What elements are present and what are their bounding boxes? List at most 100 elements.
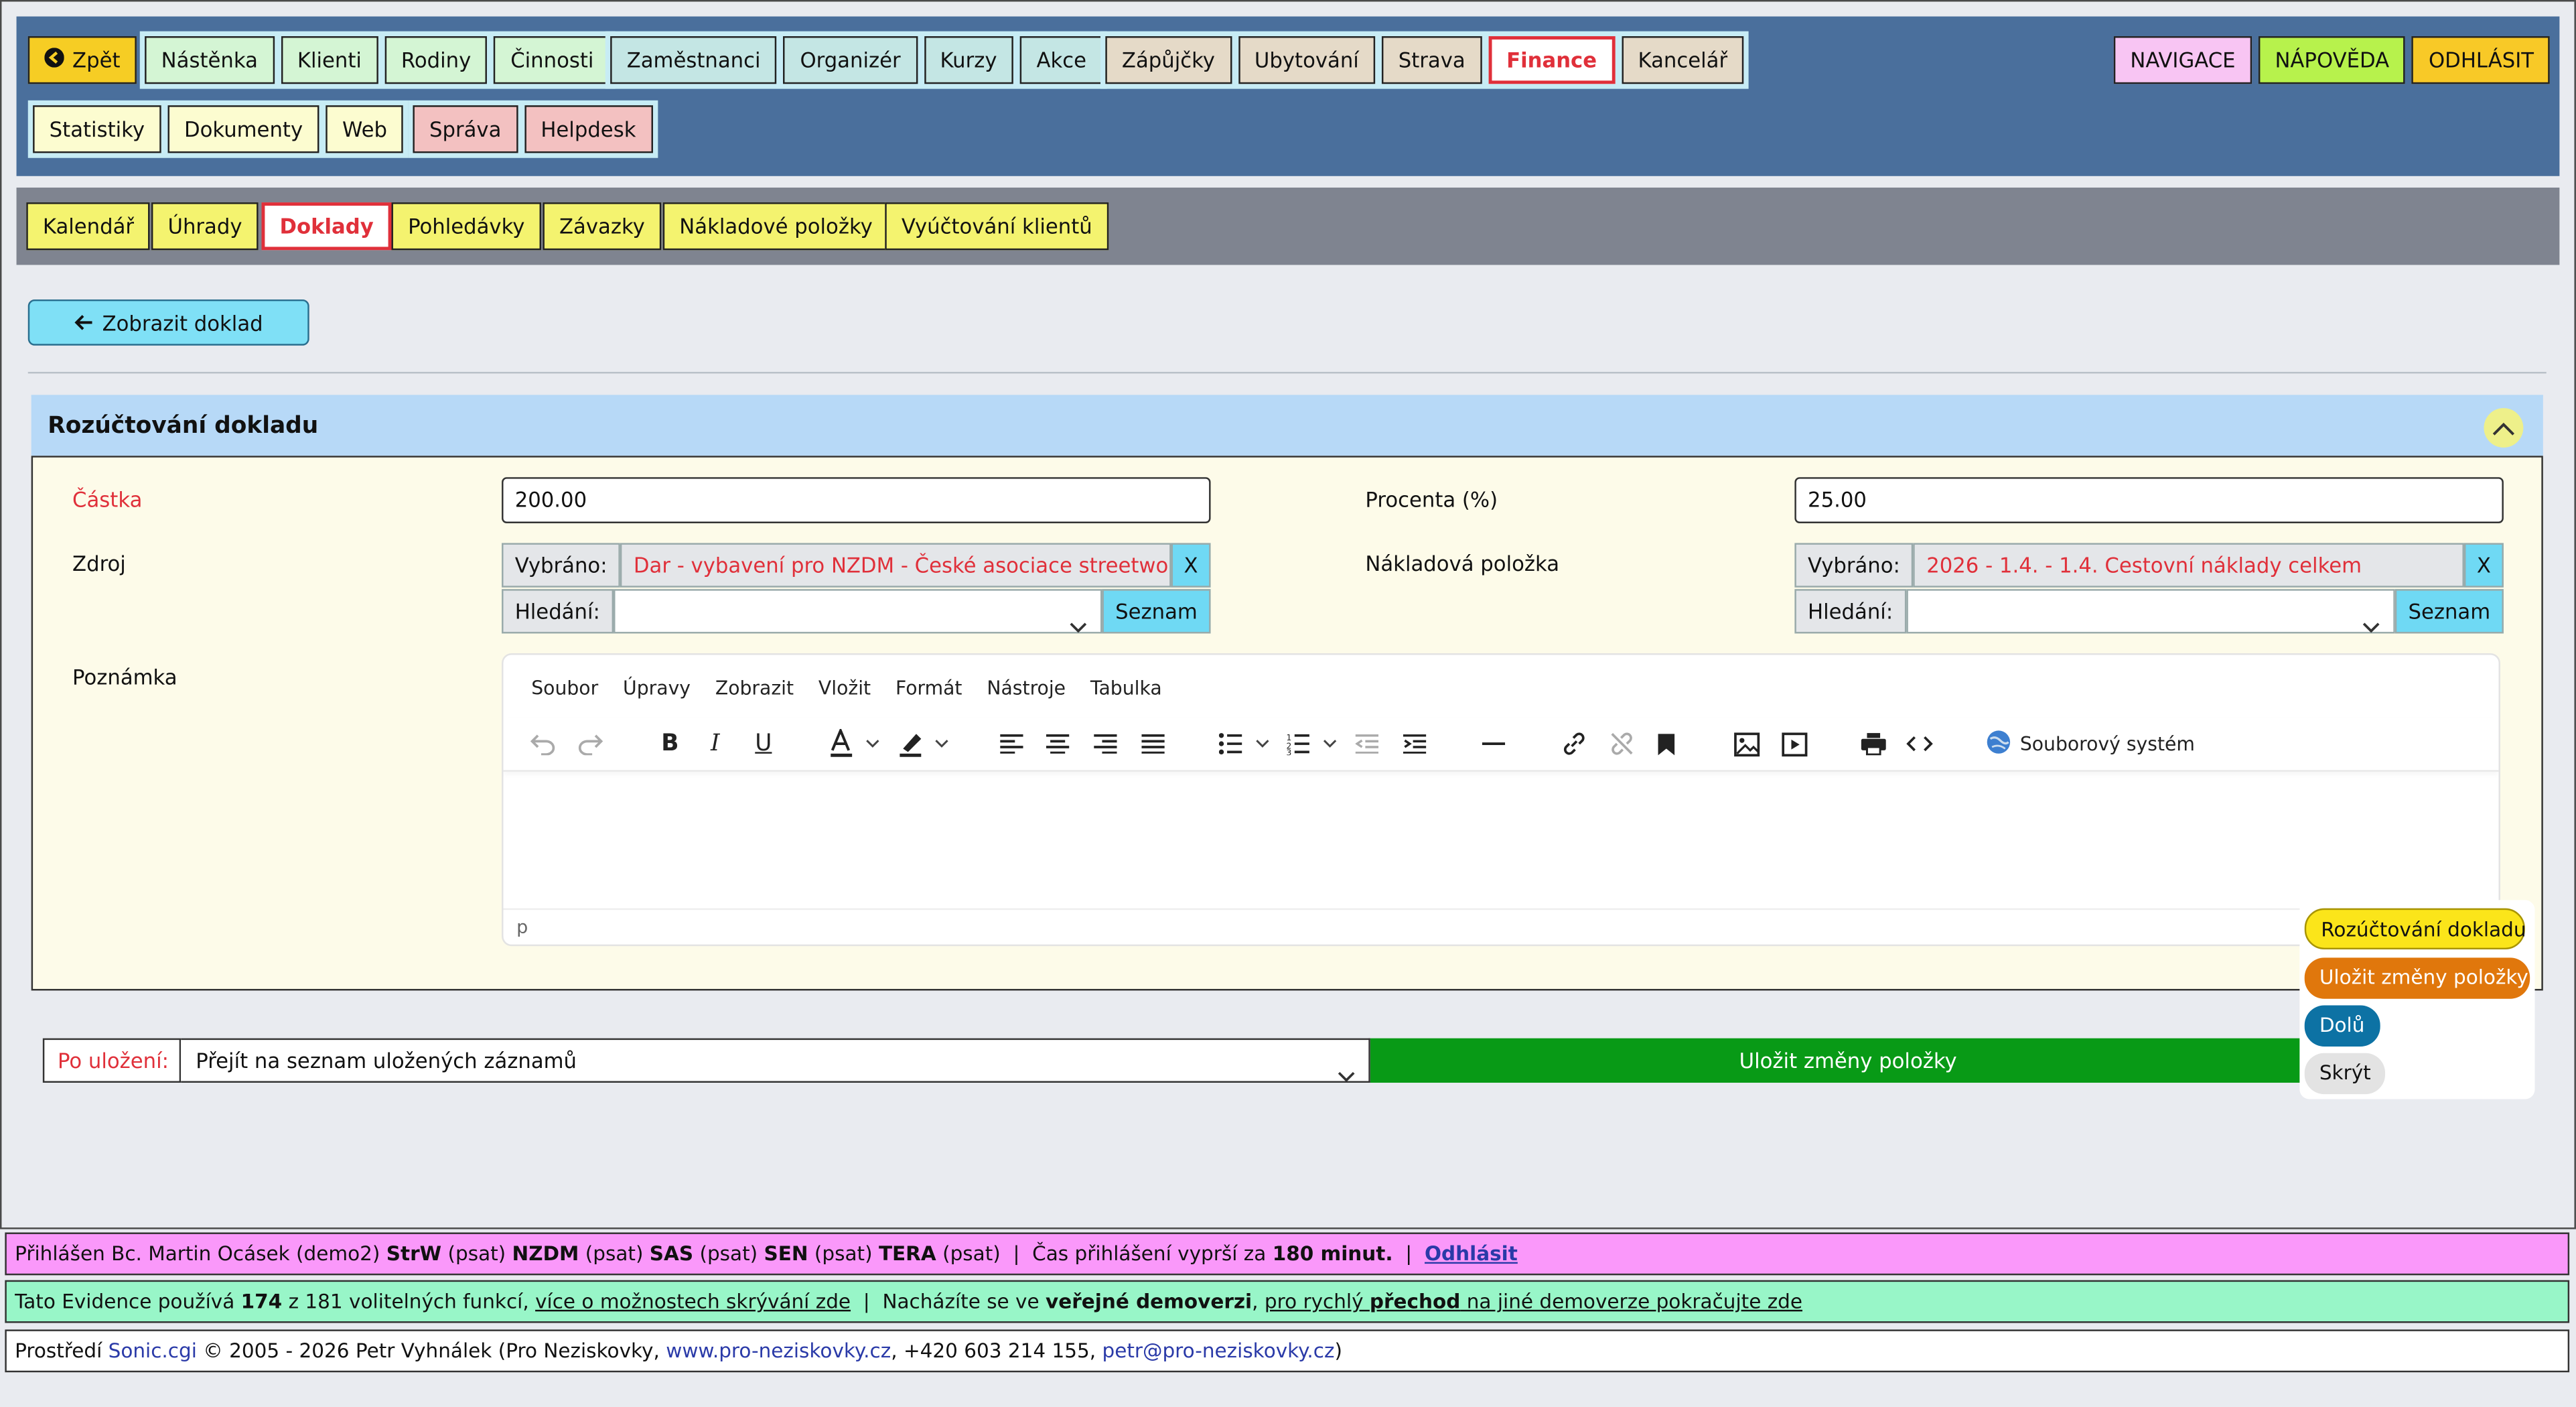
copyright-text: ) <box>1334 1339 1342 1363</box>
nav-finance[interactable]: Finance <box>1488 36 1616 84</box>
float-allocation-button[interactable]: Rozúčtování dokladu <box>2304 908 2526 950</box>
underline-icon[interactable]: U <box>755 728 772 760</box>
features-count: 174 <box>240 1290 283 1313</box>
cost-search-row: Hledání: Seznam <box>1794 589 2504 634</box>
align-center-icon[interactable] <box>1046 728 1070 760</box>
after-save-select[interactable]: Přejít na seznam uložených záznamů <box>181 1038 1370 1083</box>
align-left-icon[interactable] <box>1000 728 1023 760</box>
outdent-icon[interactable] <box>1355 728 1379 760</box>
back-button[interactable]: Zpět <box>27 36 137 84</box>
menu-soubor[interactable]: Soubor <box>531 676 598 699</box>
nav-organizer[interactable]: Organizér <box>783 36 918 84</box>
after-save-label: Po uložení: <box>42 1038 182 1083</box>
nav-web[interactable]: Web <box>326 105 404 153</box>
tab-pohledavky[interactable]: Pohledávky <box>391 202 542 251</box>
cost-list-button[interactable]: Seznam <box>2394 589 2504 634</box>
menu-format[interactable]: Formát <box>896 676 962 699</box>
nav-zapujcky[interactable]: Zápůjčky <box>1105 36 1232 84</box>
nav-nastenka[interactable]: Nástěnka <box>145 36 275 84</box>
show-document-button[interactable]: Zobrazit doklad <box>27 299 309 346</box>
link-icon[interactable] <box>1561 728 1587 760</box>
nav-sprava[interactable]: Správa <box>413 105 518 153</box>
float-save-button[interactable]: Uložit změny položky <box>2304 957 2530 999</box>
source-selected-prefix: Vybráno: <box>502 543 621 588</box>
sonic-link[interactable]: Sonic.cgi <box>109 1339 197 1362</box>
nav-kancelar[interactable]: Kancelář <box>1621 36 1744 84</box>
save-button[interactable]: Uložit změny položky <box>1370 1038 2326 1083</box>
menu-nastroje[interactable]: Nástroje <box>987 676 1066 699</box>
amount-input[interactable]: 200.00 <box>502 477 1211 523</box>
navigation-button[interactable]: NAVIGACE <box>2113 36 2252 84</box>
menu-zobrazit[interactable]: Zobrazit <box>715 676 794 699</box>
email-link[interactable]: petr@pro-neziskovky.cz <box>1102 1339 1334 1362</box>
nav-group-right: NAVIGACE NÁPOVĚDA ODHLÁSIT <box>2108 31 2555 89</box>
bold-icon[interactable]: B <box>661 728 678 760</box>
indent-icon[interactable] <box>1403 728 1427 760</box>
align-justify-icon[interactable] <box>1141 728 1165 760</box>
editor-statusbar: p <box>503 908 2499 945</box>
nav-cinnosti[interactable]: Činnosti <box>494 36 611 84</box>
highlight-color-icon[interactable] <box>898 728 954 760</box>
text-color-icon[interactable] <box>829 728 885 760</box>
source-search-select[interactable] <box>613 589 1102 634</box>
tab-nakladove-polozky[interactable]: Nákladové položky <box>662 202 889 251</box>
nav-group-back: Zpět <box>23 31 141 89</box>
nav-group-docs: Statistiky Dokumenty Web <box>27 100 409 158</box>
logout-button[interactable]: ODHLÁSIT <box>2412 36 2551 84</box>
media-icon[interactable] <box>1782 728 1808 760</box>
footer-logout-link[interactable]: Odhlásit <box>1425 1242 1518 1265</box>
nav-kurzy[interactable]: Kurzy <box>923 36 1014 84</box>
horizontal-line-icon[interactable] <box>1482 728 1506 760</box>
switch-demo-link[interactable]: pro rychlý přechod na jiné demoverze pok… <box>1265 1290 1802 1313</box>
file-system-button[interactable]: Souborový systém <box>1985 728 2195 760</box>
source-clear-button[interactable]: X <box>1171 543 1211 588</box>
org-nzdm: NZDM <box>512 1242 579 1266</box>
nav-statistiky[interactable]: Statistiky <box>33 105 161 153</box>
tab-zavazky[interactable]: Závazky <box>543 202 662 251</box>
org-sas: SAS <box>649 1242 694 1266</box>
editor-element-path: p <box>516 916 528 938</box>
evidence-text: Tato Evidence používá <box>15 1290 241 1313</box>
bookmark-icon[interactable] <box>1656 728 1676 760</box>
source-code-icon[interactable] <box>1906 728 1933 760</box>
help-button[interactable]: NÁPOVĚDA <box>2258 36 2406 84</box>
cost-search-select[interactable] <box>1906 589 2395 634</box>
nav-dokumenty[interactable]: Dokumenty <box>167 105 319 153</box>
tab-doklady[interactable]: Doklady <box>261 202 392 251</box>
image-icon[interactable] <box>1734 728 1760 760</box>
nav-rodiny[interactable]: Rodiny <box>384 36 488 84</box>
menu-tabulka[interactable]: Tabulka <box>1090 676 1162 699</box>
percent-input[interactable]: 25.00 <box>1794 477 2504 523</box>
nav-klienti[interactable]: Klienti <box>281 36 378 84</box>
copyright-text: © 2005 - 2026 Petr Vyhnálek (Pro Nezisko… <box>196 1339 666 1363</box>
source-selected-value: Dar - vybavení pro NZDM - České asociace… <box>620 543 1171 588</box>
redo-icon[interactable] <box>577 728 603 760</box>
menu-upravy[interactable]: Úpravy <box>623 676 691 699</box>
tab-kalendar[interactable]: Kalendář <box>26 202 151 251</box>
float-down-button[interactable]: Dolů <box>2304 1005 2380 1047</box>
org-perm: (psat) <box>441 1242 512 1266</box>
align-right-icon[interactable] <box>1094 728 1117 760</box>
nav-strava[interactable]: Strava <box>1382 36 1482 84</box>
website-link[interactable]: www.pro-neziskovky.cz <box>666 1339 891 1362</box>
nav-ubytovani[interactable]: Ubytování <box>1238 36 1376 84</box>
cost-clear-button[interactable]: X <box>2463 543 2504 588</box>
undo-icon[interactable] <box>530 728 556 760</box>
nav-helpdesk[interactable]: Helpdesk <box>524 105 653 153</box>
chevron-up-icon[interactable] <box>2484 408 2524 448</box>
panel-header: Rozúčtování dokladu <box>31 395 2543 456</box>
italic-icon[interactable]: I <box>711 728 720 760</box>
nav-group-admin: Správa Helpdesk <box>408 100 658 158</box>
float-hide-button[interactable]: Skrýt <box>2304 1053 2386 1095</box>
tab-vyuctovani-klientu[interactable]: Vyúčtování klientů <box>885 202 1109 251</box>
nav-zamestnanci[interactable]: Zaměstnanci <box>610 36 778 84</box>
numbered-list-icon[interactable]: 123 <box>1287 728 1343 760</box>
unlink-icon[interactable] <box>1609 728 1635 760</box>
hiding-options-link[interactable]: více o možnostech skrývání zde <box>535 1290 851 1313</box>
print-icon[interactable] <box>1861 728 1887 760</box>
nav-akce[interactable]: Akce <box>1019 36 1103 84</box>
source-list-button[interactable]: Seznam <box>1102 589 1211 634</box>
tab-uhrady[interactable]: Úhrady <box>151 202 259 251</box>
bullet-list-icon[interactable] <box>1218 728 1275 760</box>
menu-vlozit[interactable]: Vložit <box>818 676 871 699</box>
